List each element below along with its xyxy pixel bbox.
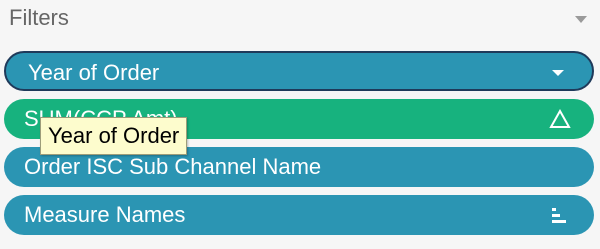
tooltip: Year of Order [40,117,188,155]
caret-down-icon[interactable] [574,11,588,23]
filters-panel: Filters Year of Order SUM(CCP Amt) Order… [0,0,600,249]
sort-bars-icon [546,195,574,235]
filters-title: Filters [9,5,69,30]
caret-down-icon[interactable] [544,53,572,93]
filters-header: Filters [0,0,600,38]
filter-pill-measure-names[interactable]: Measure Names [4,195,594,235]
filter-pill-label: Year of Order [28,60,160,85]
filter-pill-year-of-order[interactable]: Year of Order [4,51,594,91]
filter-pill-label: Measure Names [24,202,186,227]
delta-icon [546,99,574,139]
